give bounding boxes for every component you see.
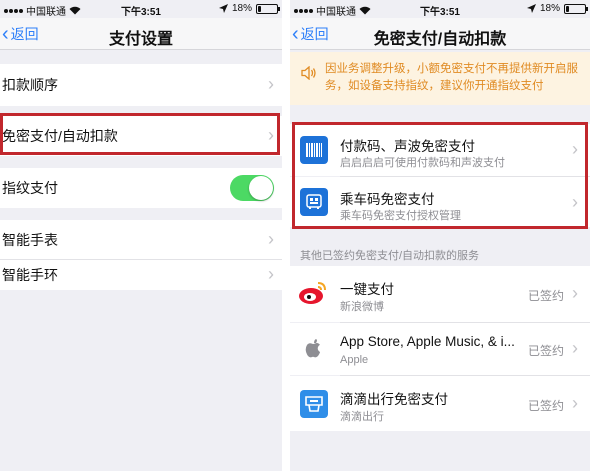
settings-row-debit-order[interactable]: 扣款顺序 ›: [0, 64, 282, 106]
service-title: 一键支付: [340, 282, 394, 297]
battery-percent: 18%: [539, 3, 560, 14]
service-title: 滴滴出行免密支付: [340, 392, 448, 407]
barcode-icon: [300, 136, 328, 164]
fingerprint-toggle[interactable]: [230, 175, 274, 201]
apple-icon: [305, 339, 321, 363]
nav-bar: ‹ 返回 支付设置: [0, 18, 282, 50]
service-item-didi[interactable]: 滴滴出行免密支付 滴滴出行 已签约 ›: [290, 376, 590, 431]
payment-item-bus-code[interactable]: 乘车码免密支付 乘车码免密支付授权管理 ›: [290, 177, 590, 227]
item-subtitle: 启启启启可使用付款码和声波支付: [340, 157, 505, 169]
toggle-knob: [249, 176, 273, 200]
chevron-right-icon: ›: [572, 283, 578, 303]
settings-row-smart-watch[interactable]: 智能手表 ›: [0, 220, 282, 260]
signed-status: 已签约: [527, 399, 564, 413]
passwordless-pay-screen: 中国联通 下午3:51 18% ‹ 返回 免密支付/自动扣款 因业务调整升级，小…: [290, 0, 590, 471]
chevron-right-icon: ›: [268, 74, 274, 95]
service-subtitle: Apple: [340, 354, 369, 366]
chevron-right-icon: ›: [268, 264, 274, 285]
status-bar: 中国联通 下午3:51 18%: [290, 0, 590, 18]
signed-status: 已签约: [527, 289, 564, 303]
battery-fill: [258, 5, 261, 12]
notice-text: 因业务调整升级，小额免密支付不再提供新开启服务，如设备支持指纹，建议你开通指纹支…: [325, 63, 578, 92]
location-icon: [218, 4, 228, 13]
battery-fill: [566, 5, 569, 12]
settings-row-fingerprint-pay: 指纹支付: [0, 168, 282, 208]
service-title: App Store, Apple Music, & i...: [340, 334, 515, 349]
didi-icon: [300, 390, 328, 418]
service-subtitle: 滴滴出行: [340, 411, 384, 423]
battery-percent: 18%: [231, 3, 252, 14]
chevron-right-icon: ›: [572, 338, 578, 358]
battery-icon: [564, 3, 588, 14]
payment-settings-screen: 中国联通 下午3:51 18% ‹ 返回 支付设置 扣款顺序 › 免密支付/自动…: [0, 0, 282, 471]
status-bar: 中国联通 下午3:51 18%: [0, 0, 282, 18]
chevron-right-icon: ›: [572, 393, 578, 413]
service-item-weibo[interactable]: 一键支付 新浪微博 已签约 ›: [290, 266, 590, 322]
item-title: 付款码、声波免密支付: [340, 139, 475, 154]
row-label: 扣款顺序: [2, 77, 58, 93]
notice-banner: 因业务调整升级，小额免密支付不再提供新开启服务，如设备支持指纹，建议你开通指纹支…: [290, 52, 590, 105]
item-subtitle: 乘车码免密支付授权管理: [340, 210, 461, 222]
page-title: 免密支付/自动扣款: [373, 31, 507, 48]
nav-bar: ‹ 返回 免密支付/自动扣款: [290, 18, 590, 50]
speaker-icon: [301, 66, 316, 80]
item-title: 乘车码免密支付: [340, 192, 435, 207]
row-label: 智能手环: [2, 267, 58, 283]
weibo-icon: [298, 280, 328, 311]
row-label: 免密支付/自动扣款: [2, 128, 118, 144]
page-title: 支付设置: [108, 31, 173, 48]
signed-status: 已签约: [527, 344, 564, 358]
row-label: 指纹支付: [2, 180, 58, 196]
chevron-right-icon: ›: [268, 229, 274, 250]
service-item-apple[interactable]: App Store, Apple Music, & i... Apple 已签约…: [290, 323, 590, 375]
chevron-right-icon: ›: [572, 139, 578, 159]
payment-item-qr-sonic[interactable]: 付款码、声波免密支付 启启启启可使用付款码和声波支付 ›: [290, 124, 590, 176]
section-header: 其他已签约免密支付/自动扣款的服务: [300, 250, 480, 262]
service-subtitle: 新浪微博: [340, 301, 384, 313]
settings-row-smart-band[interactable]: 智能手环 ›: [0, 260, 282, 290]
chevron-right-icon: ›: [572, 192, 578, 212]
battery-icon: [256, 3, 280, 14]
location-icon: [526, 4, 536, 13]
settings-row-passwordless-pay[interactable]: 免密支付/自动扣款 ›: [0, 116, 282, 156]
bus-card-icon: [300, 188, 328, 216]
row-label: 智能手表: [2, 232, 58, 248]
chevron-right-icon: ›: [268, 125, 274, 146]
